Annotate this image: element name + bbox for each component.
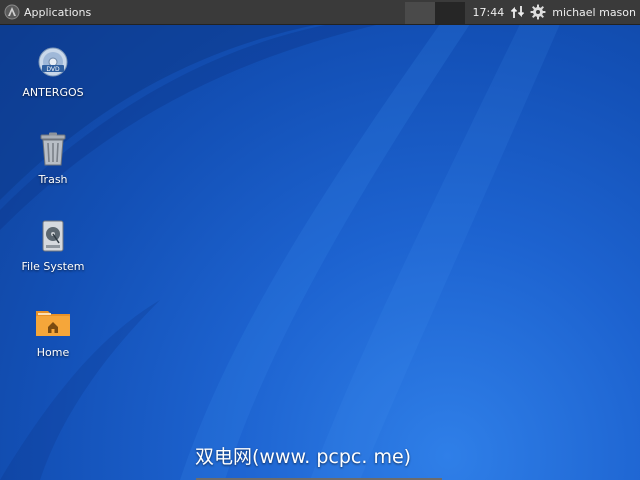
desktop-icon-antergos[interactable]: DVD ANTERGOS (8, 44, 98, 99)
app-menu-logo-icon (4, 4, 20, 20)
desktop-icon-label: ANTERGOS (22, 86, 84, 99)
svg-text:DVD: DVD (46, 66, 60, 73)
desktop-background[interactable]: DVD ANTERGOS Trash File System Home 双电网(… (0, 0, 640, 480)
settings-gear-icon[interactable] (530, 4, 546, 20)
desktop-icon-label: Home (36, 346, 70, 359)
watermark-text: 双电网(www. pcpc. me) (195, 446, 412, 468)
desktop-icon-label: File System (21, 260, 85, 273)
desktop-icon-home[interactable]: Home (8, 304, 98, 359)
disc-icon: DVD (35, 44, 71, 80)
applications-label: Applications (24, 5, 92, 19)
drive-icon (35, 218, 71, 254)
user-menu-button[interactable]: michael mason (552, 6, 636, 19)
home-folder-icon (35, 304, 71, 340)
workspace-2-button[interactable] (434, 1, 465, 24)
applications-menu-button[interactable]: Applications (0, 0, 99, 24)
trash-icon (35, 131, 71, 167)
panel-clock[interactable]: 17:44 (473, 6, 505, 19)
workspace-1-button[interactable] (404, 1, 435, 24)
desktop-icon-label: Trash (38, 173, 68, 186)
top-panel: Applications 17:44 michael mason (0, 0, 640, 25)
desktop-icon-file-system[interactable]: File System (8, 218, 98, 273)
desktop-icon-trash[interactable]: Trash (8, 131, 98, 186)
network-transfer-icon[interactable] (510, 4, 526, 20)
